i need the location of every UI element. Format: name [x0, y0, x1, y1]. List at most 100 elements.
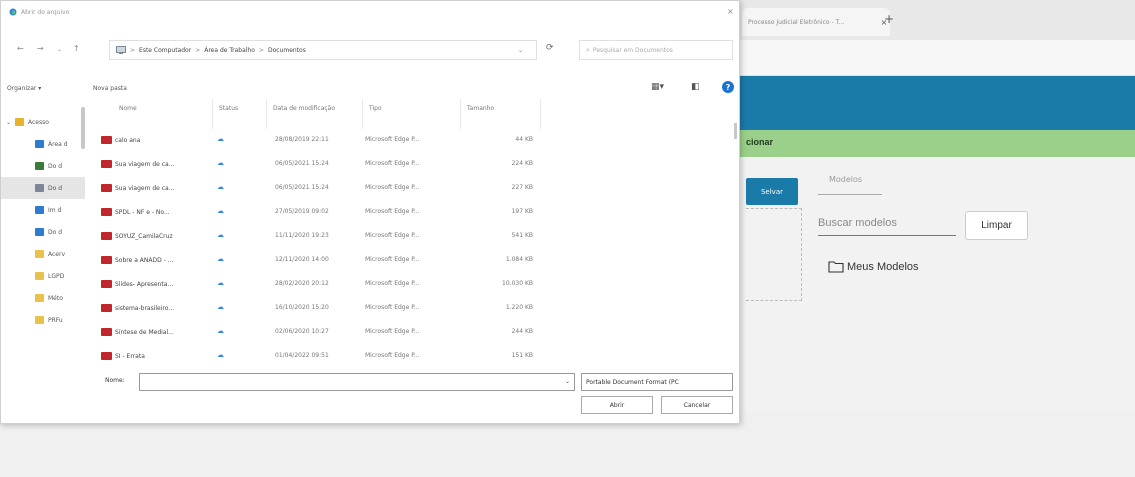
- tab-models[interactable]: Modelos: [818, 165, 882, 195]
- file-type-cell: Microsoft Edge P...: [365, 304, 420, 311]
- folder-icon: [35, 294, 44, 302]
- file-name-text: sistema-brasileiro...: [115, 304, 175, 312]
- drop-zone[interactable]: [746, 208, 802, 301]
- cloud-status-icon: ☁: [217, 279, 224, 287]
- sidebar-item-selected[interactable]: Do d: [1, 177, 85, 199]
- dialog-title: Abrir do arquivo: [21, 8, 70, 16]
- select-button[interactable]: Selvar: [746, 178, 798, 205]
- organize-menu[interactable]: Organizar ▾: [7, 85, 41, 92]
- forward-arrow-icon[interactable]: →: [37, 44, 44, 53]
- file-name-text: calo ana: [115, 136, 141, 144]
- pdf-file-icon: [101, 232, 112, 240]
- refresh-icon[interactable]: ⟳: [546, 43, 554, 53]
- table-row[interactable]: Slides- Apresenta... ☁ 28/02/2020 20:12 Mic…: [93, 273, 639, 297]
- cloud-status-icon: ☁: [217, 303, 224, 311]
- new-folder-button[interactable]: Nova pasta: [93, 85, 127, 92]
- column-header-date[interactable]: Data de modificação: [267, 99, 363, 129]
- sidebar-item-label: Acerv: [48, 250, 66, 258]
- sidebar-item-label: LGPD: [48, 272, 65, 280]
- pdf-file-icon: [101, 304, 112, 312]
- sidebar-item-label: Im d: [48, 206, 62, 214]
- cloud-status-icon: ☁: [217, 135, 224, 143]
- file-name-cell: Sua viagem de ca...: [101, 184, 213, 192]
- dialog-close-icon[interactable]: ×: [727, 7, 734, 16]
- my-models-folder[interactable]: Meus Modelos: [828, 260, 919, 273]
- search-icon: ⌕: [586, 45, 590, 54]
- file-name-text: SI - Errata: [115, 352, 145, 360]
- file-name-input[interactable]: ⌄: [139, 373, 575, 391]
- file-type-cell: Microsoft Edge P...: [365, 352, 420, 359]
- table-row[interactable]: calo ana ☁ 28/08/2019 22:11 Microsoft Edge …: [93, 129, 639, 153]
- computer-icon: [116, 46, 126, 54]
- preview-pane-icon[interactable]: ◧: [691, 82, 700, 92]
- sidebar-item[interactable]: Méto: [1, 287, 85, 309]
- file-name-row: Nome: ⌄ Portable Document Format (PC: [1, 371, 741, 393]
- browser-tab[interactable]: Processo Judicial Eletrônico - T... ×: [742, 8, 890, 36]
- table-row[interactable]: Sobre a ANADD - ... ☁ 12/11/2020 14:00 Micr…: [93, 249, 639, 273]
- sidebar-item[interactable]: Do d: [1, 221, 85, 243]
- file-name-cell: Síntese de Medial...: [101, 328, 213, 336]
- breadcrumb[interactable]: > Este Computador > Área de Trabalho > D…: [109, 40, 537, 60]
- column-header-type[interactable]: Tipo: [363, 99, 461, 129]
- table-row[interactable]: SOYUZ_CamilaCruz ☁ 11/11/2020 19:23 Microso…: [93, 225, 639, 249]
- table-row[interactable]: sistema-brasileiro... ☁ 16/10/2020 15:20 Mi…: [93, 297, 639, 321]
- sidebar-item-quick-access[interactable]: ⌄ Acesso: [1, 111, 85, 133]
- breadcrumb-item[interactable]: Área de Trabalho: [204, 47, 255, 54]
- sidebar-item[interactable]: PRFu: [1, 309, 85, 331]
- sidebar-item[interactable]: Àrea d: [1, 133, 85, 155]
- file-name-text: Slides- Apresenta...: [115, 280, 174, 288]
- sidebar-item[interactable]: LGPD: [1, 265, 85, 287]
- breadcrumb-item[interactable]: Este Computador: [139, 47, 191, 54]
- breadcrumb-item[interactable]: Documentos: [268, 47, 306, 54]
- section-bar-label: cionar: [746, 137, 774, 147]
- back-arrow-icon[interactable]: ←: [17, 44, 24, 53]
- nav-pane-scrollbar[interactable]: [81, 107, 85, 149]
- file-name-cell: sistema-brasileiro...: [101, 304, 213, 312]
- table-row[interactable]: SI - Errata ☁ 01/04/2022 09:51 Microsoft Ed…: [93, 345, 639, 369]
- file-type-cell: Microsoft Edge P...: [365, 160, 420, 167]
- folder-search-box[interactable]: ⌕ Pesquisar em Documentos: [579, 40, 733, 60]
- new-tab-button[interactable]: +: [884, 12, 894, 26]
- dialog-titlebar: Abrir do arquivo: [9, 8, 69, 16]
- sidebar-item[interactable]: Do d: [1, 155, 85, 177]
- sidebar-item-label: Do d: [48, 184, 63, 192]
- chevron-down-icon[interactable]: ⌄: [565, 378, 570, 385]
- cancel-button[interactable]: Cancelar: [661, 396, 733, 414]
- table-row[interactable]: SPDL - NF e - No... ☁ 27/05/2019 09:02 Micr…: [93, 201, 639, 225]
- dialog-toolbar: Organizar ▾ Nova pasta ▦▾ ◧ ?: [1, 79, 741, 99]
- cloud-status-icon: ☁: [217, 351, 224, 359]
- sidebar-item[interactable]: Im d: [1, 199, 85, 221]
- file-name-cell: SI - Errata: [101, 352, 213, 360]
- view-options-icon[interactable]: ▦▾: [651, 82, 664, 92]
- up-arrow-icon[interactable]: ↑: [73, 44, 80, 53]
- recent-locations-chevron-icon[interactable]: ⌄: [57, 46, 62, 53]
- file-date-cell: 06/05/2021 15:24: [275, 160, 329, 167]
- file-type-value: Portable Document Format (PC: [586, 379, 679, 386]
- file-size-cell: 227 KB: [511, 184, 533, 191]
- table-row[interactable]: Sua viagem de ca... ☁ 06/05/2021 15:24 Micr…: [93, 153, 639, 177]
- cloud-status-icon: ☁: [217, 159, 224, 167]
- sidebar-item[interactable]: Acerv: [1, 243, 85, 265]
- file-list-scrollbar[interactable]: [734, 123, 737, 139]
- table-row[interactable]: Síntese de Medial... ☁ 02/06/2020 10:27 Mic…: [93, 321, 639, 345]
- pdf-file-icon: [101, 184, 112, 192]
- column-header-name[interactable]: Nome: [113, 99, 213, 129]
- folder-outline-icon: [828, 261, 844, 273]
- table-row[interactable]: Sua viagem de ca... ☁ 06/05/2021 15:24 Micr…: [93, 177, 639, 201]
- models-search-input[interactable]: [818, 210, 956, 236]
- column-header-size[interactable]: Tamanho: [461, 99, 541, 129]
- dialog-buttons: Abrir Cancelar: [1, 396, 741, 418]
- sidebar-item-label: Do d: [48, 228, 63, 236]
- file-name-cell: Sobre a ANADD - ...: [101, 256, 213, 264]
- breadcrumb-separator: >: [130, 46, 136, 54]
- column-header-status[interactable]: Status: [213, 99, 267, 129]
- file-name-cell: SOYUZ_CamilaCruz: [101, 232, 213, 240]
- clear-button[interactable]: Limpar: [965, 211, 1028, 240]
- open-button[interactable]: Abrir: [581, 396, 653, 414]
- open-file-dialog: Abrir do arquivo × ← → ⌄ ↑ > Este Comput…: [0, 0, 740, 424]
- breadcrumb-dropdown-icon[interactable]: ⌄: [518, 47, 523, 54]
- expand-chevron-icon[interactable]: ⌄: [1, 119, 11, 126]
- pdf-file-icon: [101, 136, 112, 144]
- file-type-select[interactable]: Portable Document Format (PC: [581, 373, 733, 391]
- help-icon[interactable]: ?: [722, 81, 734, 93]
